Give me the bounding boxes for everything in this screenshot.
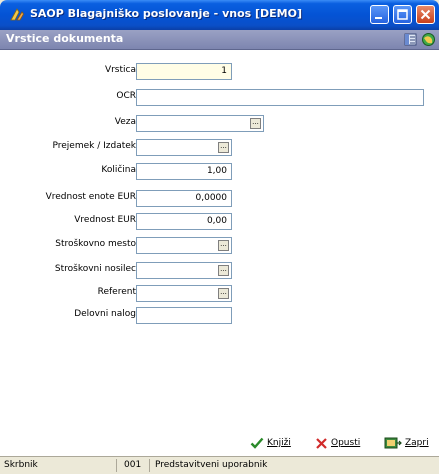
label-referent: Referent — [97, 287, 136, 297]
layout-icon[interactable] — [403, 32, 418, 47]
status-separator — [116, 459, 117, 472]
label-vrstica: Vrstica — [104, 65, 136, 75]
prejemek-lookup-button[interactable]: ... — [218, 142, 229, 153]
veza-lookup-button[interactable]: ... — [250, 118, 261, 129]
status-code: 001 — [124, 460, 142, 470]
label-delovni-nalog: Delovni nalog — [74, 309, 136, 319]
referent-lookup-button[interactable]: ... — [218, 288, 229, 299]
maximize-button[interactable] — [393, 5, 412, 24]
title-bar[interactable]: SAOP Blagajniško poslovanje - vnos [DEMO… — [0, 0, 439, 30]
label-ocr: OCR — [116, 91, 136, 101]
vrednost-field[interactable]: 0,00 — [136, 213, 232, 230]
opusti-label: Opusti — [331, 438, 361, 448]
label-stroskovni-nosilec: Stroškovni nosilec — [54, 264, 136, 274]
status-separator — [149, 459, 150, 472]
stroskovni-nosilec-lookup-button[interactable]: ... — [218, 265, 229, 276]
label-stroskovno-mesto: Stroškovno mesto — [55, 239, 136, 249]
section-header: Vrstice dokumenta — [0, 30, 439, 50]
label-kolicina: Količina — [101, 165, 136, 175]
delovni-nalog-field[interactable] — [136, 307, 232, 324]
form-panel: Vrstica 1 OCR Veza ... Prejemek / Izdate… — [0, 50, 439, 450]
veza-field[interactable] — [136, 115, 264, 132]
window-title: SAOP Blagajniško poslovanje - vnos [DEMO… — [30, 7, 302, 20]
action-bar: Knjiži Opusti Zapri — [0, 426, 439, 456]
label-vrednost: Vrednost EUR — [74, 215, 136, 225]
zapri-button[interactable]: Zapri — [384, 435, 429, 451]
close-door-icon — [384, 437, 402, 449]
maximize-icon — [397, 9, 408, 20]
ocr-field[interactable] — [136, 89, 424, 106]
close-icon — [420, 9, 431, 20]
section-title: Vrstice dokumenta — [6, 32, 124, 45]
knjizi-label: Knjiži — [267, 438, 291, 448]
globe-icon[interactable] — [421, 32, 436, 47]
label-vrednost-enote: Vrednost enote EUR — [45, 192, 136, 202]
stroskovno-mesto-lookup-button[interactable]: ... — [218, 240, 229, 251]
x-cancel-icon — [316, 437, 327, 449]
minimize-icon — [375, 17, 382, 19]
window: SAOP Blagajniško poslovanje - vnos [DEMO… — [0, 0, 439, 474]
kolicina-field[interactable]: 1,00 — [136, 163, 232, 180]
vrstica-field[interactable]: 1 — [136, 63, 232, 80]
status-description: Predstavitveni uporabnik — [155, 460, 268, 470]
vrednost-enote-field[interactable]: 0,0000 — [136, 190, 232, 207]
status-bar: Skrbnik 001 Predstavitveni uporabnik — [0, 456, 439, 474]
minimize-button[interactable] — [370, 5, 389, 24]
checkmark-icon — [250, 437, 264, 449]
label-veza: Veza — [114, 117, 136, 127]
knjizi-button[interactable]: Knjiži — [250, 435, 291, 451]
app-logo-icon — [10, 8, 24, 21]
close-button[interactable] — [416, 5, 435, 24]
zapri-label: Zapri — [405, 438, 429, 448]
label-prejemek-izdatek: Prejemek / Izdatek — [52, 141, 136, 151]
status-user: Skrbnik — [4, 460, 38, 470]
opusti-button[interactable]: Opusti — [315, 435, 360, 451]
